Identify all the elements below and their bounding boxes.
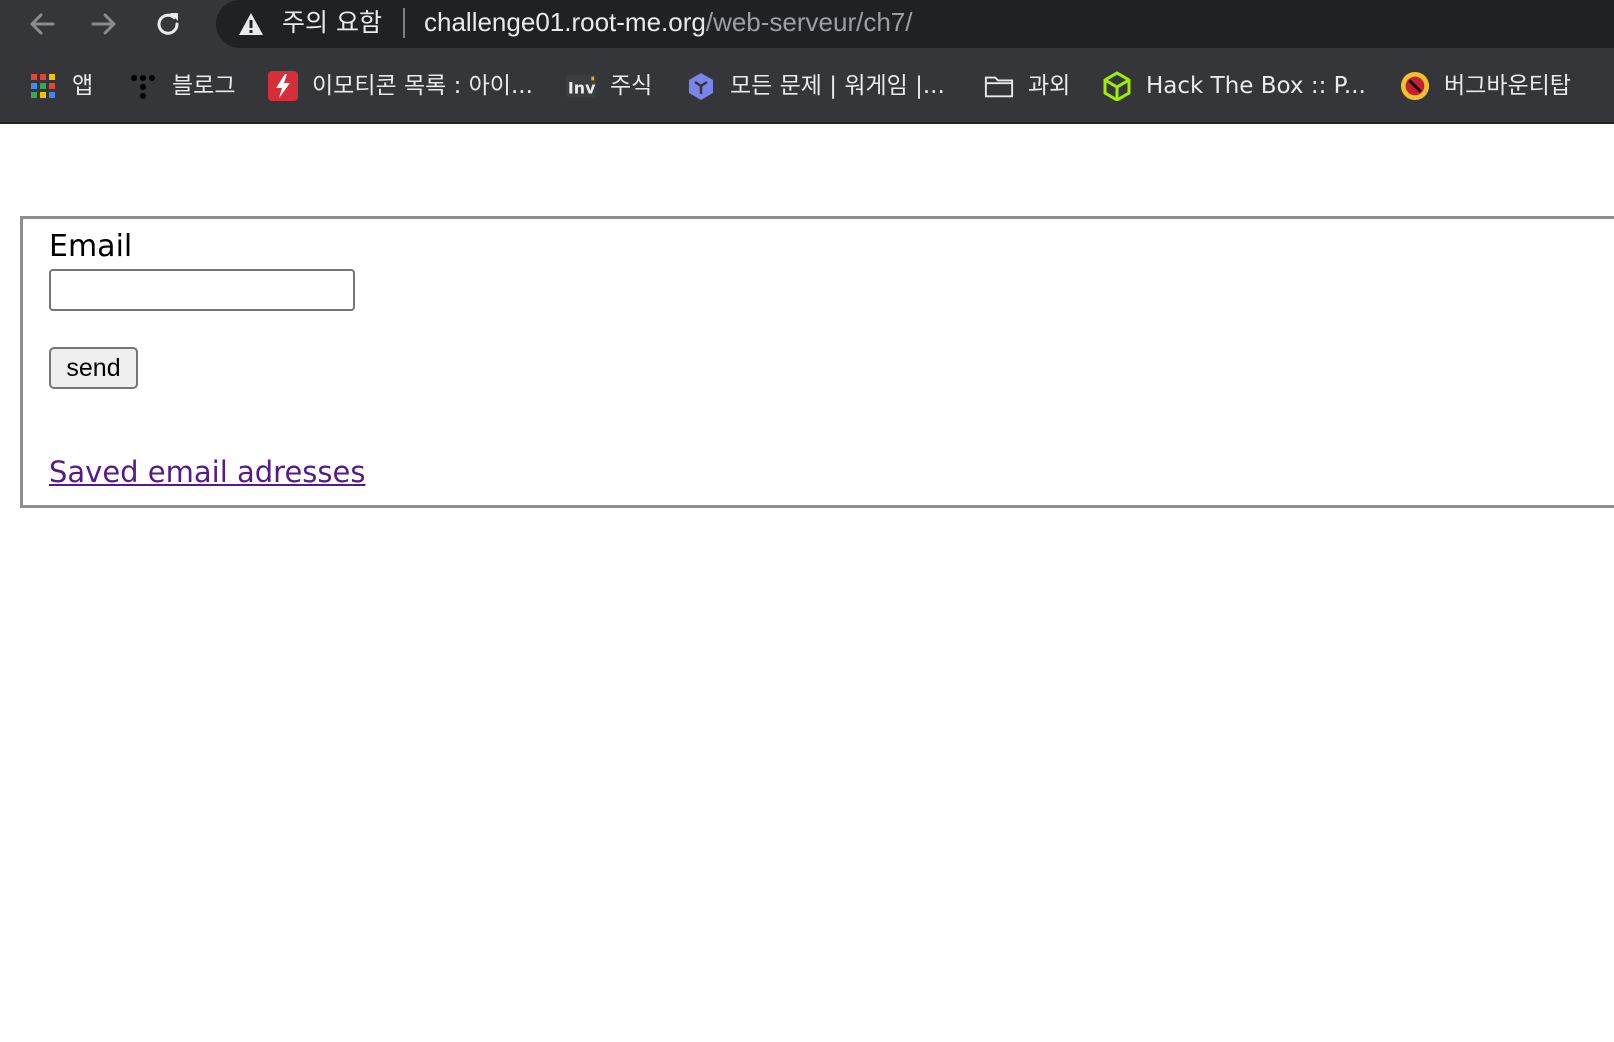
send-button[interactable]: send (49, 347, 138, 389)
bookmark-label: Hack The Box :: P... (1146, 73, 1366, 99)
lightning-icon (268, 71, 298, 101)
bookmark-label: 모든 문제 | 워게임 |... (730, 73, 945, 99)
bookmark-hackthebox[interactable]: Hack The Box :: P... (1102, 68, 1366, 104)
svg-text:Inv: Inv (568, 79, 596, 98)
bookmark-blog[interactable]: 블로그 (128, 68, 235, 104)
address-bar[interactable]: 주의 요함 challenge01.root-me.org/web-serveu… (216, 0, 1614, 48)
reload-button[interactable] (148, 4, 188, 44)
forward-button[interactable] (84, 4, 124, 44)
apps-grid-icon (28, 71, 58, 101)
cube-icon (1102, 71, 1132, 101)
address-separator (403, 8, 405, 38)
bookmark-apps[interactable]: 앱 (28, 68, 93, 104)
tistory-icon (128, 71, 158, 101)
bookmark-wargame[interactable]: 모든 문제 | 워게임 |... (686, 68, 945, 104)
bookmark-label: 이모티콘 목록 : 아이... (312, 73, 533, 99)
url-path: /web-serveur/ch7/ (705, 7, 913, 37)
bookmark-bugbounty[interactable]: 버그바운티탑 (1400, 68, 1571, 104)
email-input[interactable] (49, 269, 355, 311)
back-button[interactable] (22, 4, 62, 44)
inv-icon: Inv (566, 71, 596, 101)
browser-toolbar: 주의 요함 challenge01.root-me.org/web-serveu… (0, 0, 1614, 52)
bookmark-stocks[interactable]: Inv 주식 (566, 68, 652, 104)
email-form-frame: Email send Saved email adresses (20, 216, 1614, 508)
url-host: challenge01.root-me.org (424, 7, 706, 37)
hexagon-icon (686, 71, 716, 101)
url-text[interactable]: challenge01.root-me.org/web-serveur/ch7/ (424, 6, 913, 38)
warning-triangle-icon[interactable] (238, 12, 264, 36)
email-label: Email (49, 229, 133, 264)
arrow-left-icon (30, 13, 55, 35)
bookmark-label: 주식 (610, 73, 653, 99)
saved-email-addresses-link[interactable]: Saved email adresses (49, 455, 365, 489)
bookmarks-bar: 앱 블로그 이모티콘 목록 : 아이... Inv 주식 모든 문제 | 워게임… (0, 52, 1614, 124)
bookmark-emoticons[interactable]: 이모티콘 목록 : 아이... (268, 68, 533, 104)
bookmark-folder-tutoring[interactable]: 과외 (984, 68, 1070, 104)
security-status-label[interactable]: 주의 요함 (282, 7, 382, 39)
bookmark-label: 블로그 (172, 73, 236, 99)
bookmark-label: 버그바운티탑 (1444, 73, 1571, 99)
reload-icon (157, 13, 179, 35)
folder-icon (984, 71, 1014, 101)
page-content: Email send Saved email adresses (0, 124, 1614, 1042)
bookmark-label: 앱 (72, 73, 94, 99)
bookmark-label: 과외 (1028, 73, 1071, 99)
arrow-right-icon (91, 13, 116, 35)
bug-badge-icon (1400, 71, 1430, 101)
